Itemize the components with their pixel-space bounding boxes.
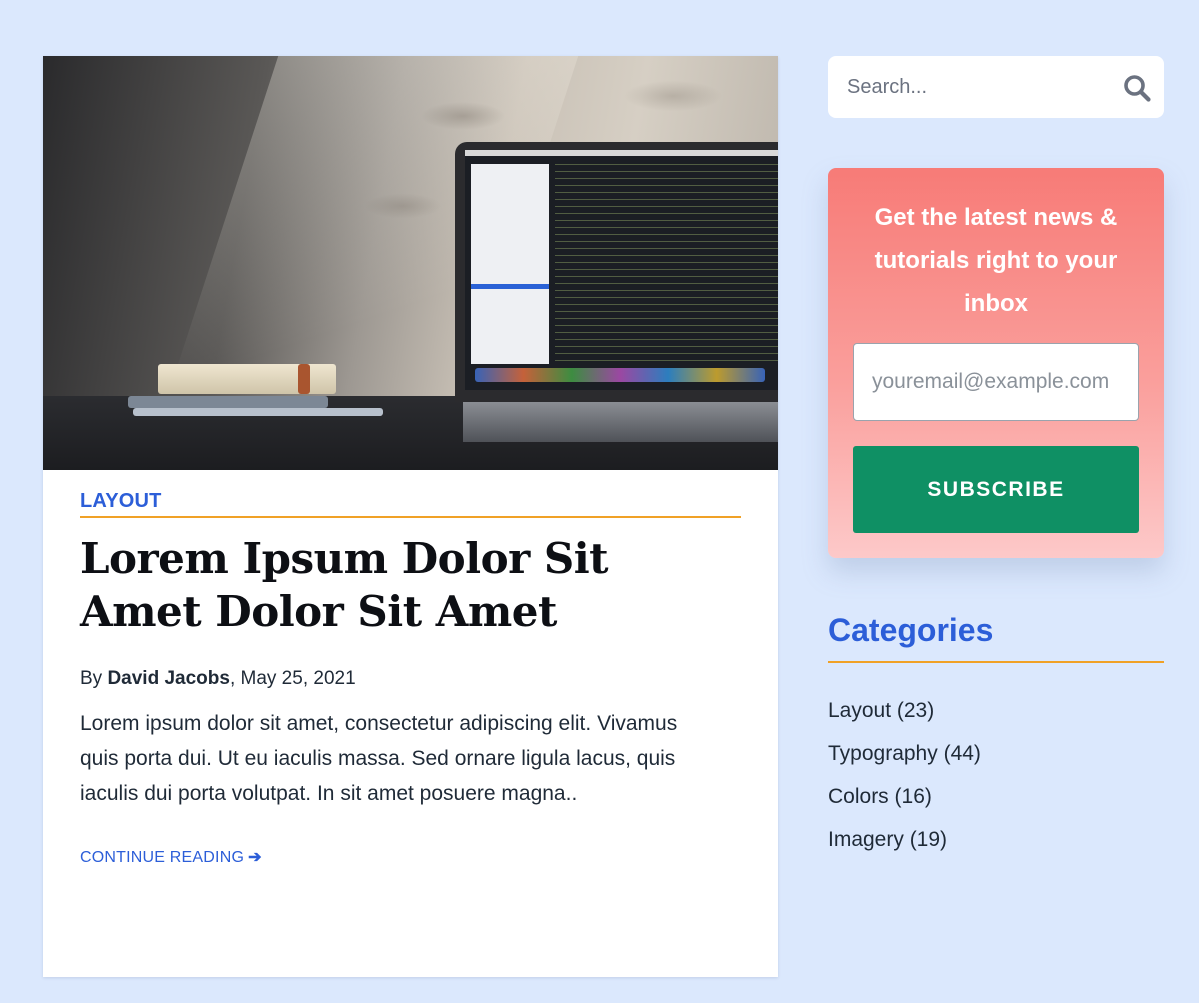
screen-code bbox=[555, 164, 778, 364]
newsletter-heading: Get the latest news & tutorials right to… bbox=[874, 204, 1118, 317]
continue-reading-link[interactable]: CONTINUE READING ➔ bbox=[80, 847, 262, 867]
publish-date: , May 25, 2021 bbox=[229, 668, 356, 689]
category-item-typography[interactable]: Typography (44) bbox=[828, 732, 1164, 775]
category-item-layout[interactable]: Layout (23) bbox=[828, 689, 1164, 732]
email-field[interactable] bbox=[853, 343, 1139, 421]
article-title[interactable]: Lorem Ipsum Dolor Sit Amet Dolor Sit Ame… bbox=[80, 532, 741, 638]
author-name[interactable]: David Jacobs bbox=[107, 668, 230, 689]
book-stack bbox=[88, 356, 383, 416]
laptop bbox=[455, 142, 778, 402]
hero-image bbox=[43, 56, 778, 470]
article-body: LAYOUT Lorem Ipsum Dolor Sit Amet Dolor … bbox=[80, 490, 741, 867]
categories-title: Categories bbox=[828, 612, 1164, 663]
screen-menubar bbox=[465, 150, 778, 156]
arrow-right-icon: ➔ bbox=[248, 849, 262, 866]
article-excerpt: Lorem ipsum dolor sit amet, consectetur … bbox=[80, 712, 678, 805]
continue-reading-label: CONTINUE READING bbox=[80, 849, 245, 866]
category-item-colors[interactable]: Colors (16) bbox=[828, 775, 1164, 818]
book bbox=[133, 408, 383, 416]
screen-file-selection bbox=[471, 284, 549, 289]
search-input[interactable] bbox=[828, 56, 1108, 118]
book-band bbox=[298, 364, 310, 394]
categories-widget: Categories Layout (23) Typography (44) C… bbox=[828, 612, 1164, 861]
search-icon[interactable] bbox=[1122, 73, 1152, 103]
category-item-imagery[interactable]: Imagery (19) bbox=[828, 818, 1164, 861]
laptop-screen bbox=[465, 150, 778, 390]
byline-prefix: By bbox=[80, 668, 108, 689]
newsletter-box: Get the latest news & tutorials right to… bbox=[828, 168, 1164, 558]
laptop-keyboard bbox=[463, 402, 778, 442]
screen-dock bbox=[475, 368, 765, 382]
article-category-link[interactable]: LAYOUT bbox=[80, 490, 741, 518]
category-list: Layout (23) Typography (44) Colors (16) … bbox=[828, 689, 1164, 861]
screen-file-tree bbox=[471, 164, 549, 364]
search-box bbox=[828, 56, 1164, 118]
article-card: LAYOUT Lorem Ipsum Dolor Sit Amet Dolor … bbox=[43, 56, 778, 977]
subscribe-button[interactable]: SUBSCRIBE bbox=[853, 446, 1139, 533]
byline: By David Jacobs, May 25, 2021 bbox=[80, 668, 741, 690]
book bbox=[128, 396, 328, 408]
